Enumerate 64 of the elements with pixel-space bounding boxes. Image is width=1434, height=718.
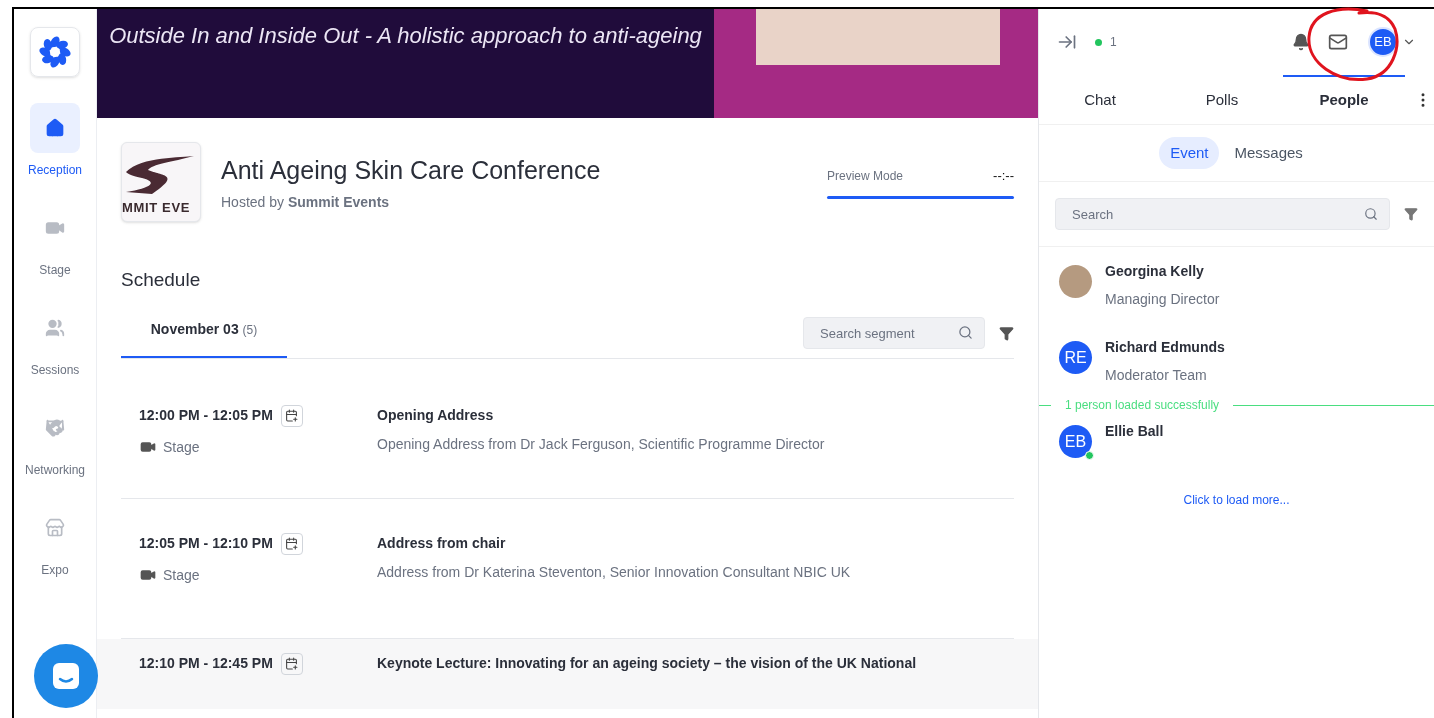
countdown-time: --:-- [993,167,1014,185]
session-location: Stage [163,565,200,585]
user-avatar[interactable]: EB [1368,27,1398,57]
search-segment-field[interactable]: Search segment [803,317,985,349]
online-count: 1 [1110,34,1117,51]
banner-title: Outside In and Inside Out - A holistic approach to anti-ageing [109,22,702,50]
session-description: Address from Dr Katerina Steventon, Senior Innovation Consultant NBIC UK [377,562,851,582]
sub-tab[interactable]: Event [1159,137,1220,169]
date-tab[interactable]: November 03 (5) [121,316,287,358]
store-icon [45,518,65,538]
nav-item[interactable] [30,103,80,153]
person-name[interactable]: Ellie Ball [1105,421,1164,442]
add-to-calendar-button[interactable] [280,652,303,675]
calendar-plus-icon [285,537,299,550]
logo-text: MMIT EVE [122,198,191,217]
notification-bell-icon[interactable] [1292,33,1310,51]
collapse-panel-icon[interactable] [1057,32,1077,52]
filter-icon[interactable] [1404,207,1418,221]
nav-label: Networking [25,462,85,479]
calendar-plus-icon [285,657,299,670]
panel-tab[interactable]: People [1283,75,1405,124]
nav-label: Expo [41,562,69,579]
panel-tab[interactable]: Chat [1039,75,1161,124]
session-title: Keynote Lecture: Innovating for an ageing society – the vision of the UK National [377,653,917,673]
video-camera-icon [139,439,157,455]
video-camera-icon [139,567,157,583]
load-more-link[interactable]: Click to load more... [1183,491,1290,509]
search-icon [1364,207,1378,221]
session-description: Opening Address from Dr Jack Ferguson, Scientific Programme Director [377,434,825,454]
home-icon [45,118,65,138]
chat-icon [51,661,81,691]
initials-avatar: EB [1059,425,1092,458]
nav-label: Reception [27,162,82,179]
initials-avatar: RE [1059,341,1092,374]
nav-label: Sessions [30,362,80,379]
session-time: 12:10 PM - 12:45 PM [139,654,273,673]
nav-label: Stage [39,262,71,279]
session-time: 12:05 PM - 12:10 PM [139,534,273,553]
search-icon [958,325,973,340]
handshake-icon [45,418,65,438]
session-time: 12:00 PM - 12:05 PM [139,406,273,425]
hosted-by-text: Hosted by Summit Events [221,192,391,212]
person-role: Moderator Team [1105,366,1208,385]
swirl-logo-icon [38,35,72,69]
person-name[interactable]: Georgina Kelly [1105,261,1220,282]
person-role: Managing Director [1105,290,1220,309]
person-name[interactable]: Richard Edmunds [1105,337,1225,358]
session-location: Stage [163,437,200,457]
add-to-calendar-button[interactable] [280,404,303,427]
filter-icon[interactable] [999,325,1014,341]
schedule-heading: Schedule [120,268,202,292]
event-title: Anti Ageing Skin Care Conference [221,155,601,186]
people-search-field[interactable]: Search [1055,198,1390,230]
panel-tab[interactable]: Polls [1161,75,1283,124]
group-icon [45,318,65,338]
add-to-calendar-button[interactable] [280,532,303,555]
calendar-plus-icon [285,409,299,422]
session-title: Address from chair [377,533,507,553]
sub-tab[interactable]: Messages [1223,137,1314,169]
mail-icon[interactable] [1328,32,1348,52]
load-status-message: 1 person loaded successfully [1064,397,1221,414]
app-logo[interactable] [30,27,80,77]
preview-mode-label: Preview Mode [827,167,904,185]
session-title: Opening Address [377,405,495,425]
